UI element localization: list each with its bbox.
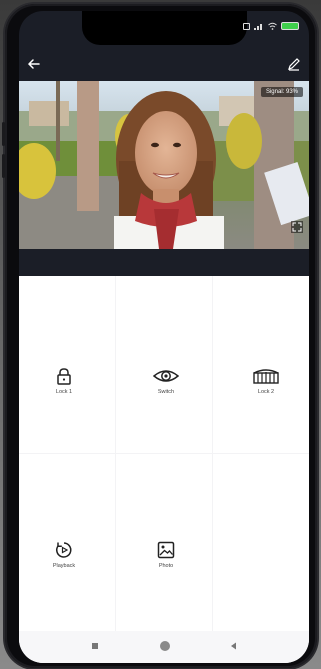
action-panel: Lock 1 Switch Lock 2 Playback Photo	[19, 276, 309, 663]
nfc-icon	[243, 22, 250, 30]
battery-icon	[281, 22, 299, 30]
system-nav-bar	[19, 631, 309, 663]
app-screen: Signal: 93% Lock 1 Switch Lock 2 Playbac…	[19, 11, 309, 663]
lock-2-label: Lock 2	[257, 389, 275, 395]
square-icon[interactable]	[92, 643, 98, 649]
photo-button[interactable]: Photo	[131, 541, 201, 569]
signal-strength-label: Signal: 93%	[260, 87, 303, 97]
wifi-icon	[268, 22, 277, 30]
back-triangle-icon[interactable]	[230, 642, 237, 650]
image-icon	[157, 541, 175, 559]
volume-down-button	[2, 154, 5, 178]
live-video-feed: Signal: 93%	[19, 81, 309, 249]
grid-divider	[19, 453, 309, 454]
status-bar	[243, 19, 299, 33]
lock-1-label: Lock 1	[55, 389, 73, 395]
signal-icon	[254, 24, 262, 30]
fullscreen-icon[interactable]	[291, 221, 303, 233]
volume-up-button	[2, 122, 5, 146]
playback-icon	[56, 542, 72, 558]
doorbell-camera-image	[19, 81, 309, 249]
lock-2-button[interactable]: Lock 2	[231, 367, 301, 395]
switch-button[interactable]: Switch	[131, 367, 201, 395]
app-bar	[19, 45, 309, 81]
padlock-icon	[57, 368, 71, 385]
playback-button[interactable]: Playback	[29, 541, 99, 569]
video-controls-strip	[19, 249, 309, 276]
gate-icon	[253, 369, 279, 384]
circle-icon[interactable]	[160, 641, 170, 651]
playback-label: Playback	[52, 563, 76, 569]
arrow-left-icon[interactable]	[27, 57, 41, 71]
photo-label: Photo	[158, 563, 174, 569]
pencil-icon[interactable]	[287, 57, 301, 71]
eye-icon	[153, 370, 179, 382]
camera-notch	[82, 11, 247, 45]
switch-label: Switch	[157, 389, 175, 395]
lock-1-button[interactable]: Lock 1	[29, 367, 99, 395]
